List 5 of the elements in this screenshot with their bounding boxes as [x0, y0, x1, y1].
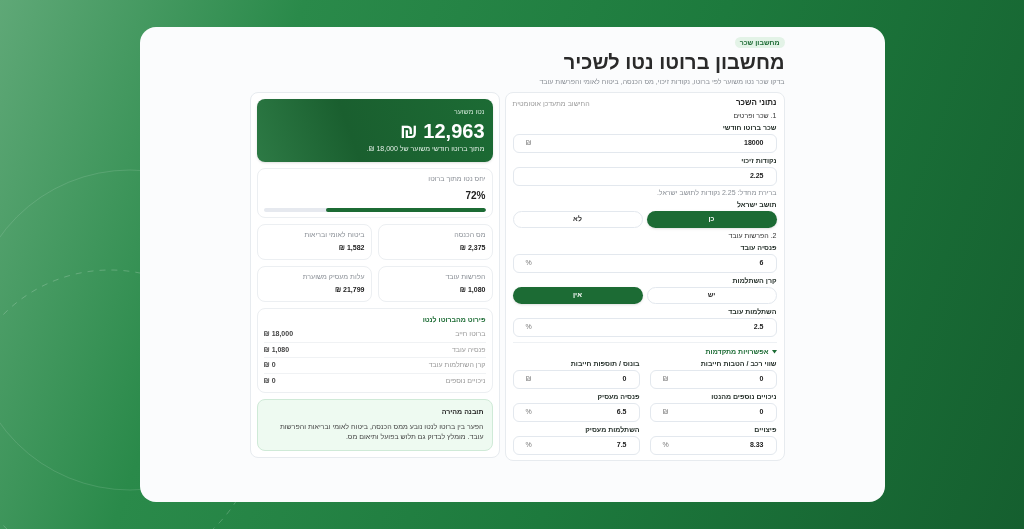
caret-icon: [771, 349, 777, 354]
page-title: מחשבון ברוטו נטו לשכיר: [563, 50, 785, 75]
net-amount: 12,963 ₪: [399, 120, 485, 141]
form-title: נתוני השכר: [735, 98, 777, 108]
ratio-value: 72%: [464, 188, 486, 203]
